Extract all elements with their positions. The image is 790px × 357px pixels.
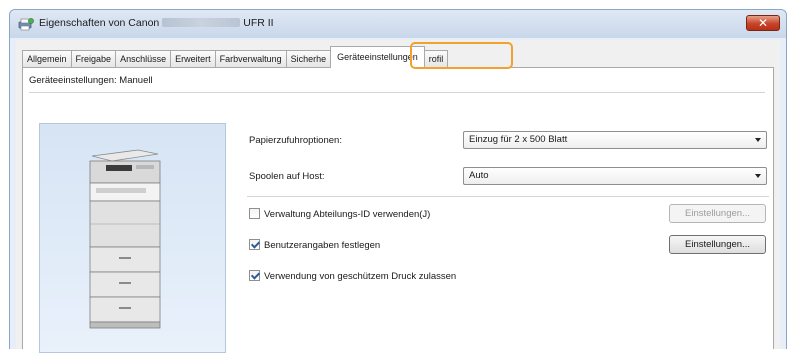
user-info-label: Benutzerangaben festlegen — [264, 240, 381, 251]
spool-label: Spoolen auf Host: — [249, 171, 325, 182]
tab-panel-geraeteeinstellungen: Geräteeinstellungen: Manuell Papierzufuh… — [22, 67, 774, 353]
close-button[interactable]: ✕ — [746, 15, 780, 31]
window-title: Eigenschaften von Canon UFR II — [39, 17, 274, 29]
window-title-suffix: UFR II — [243, 17, 274, 29]
tab-farbverwaltung[interactable]: Farbverwaltung — [214, 50, 287, 68]
dialog-client-area: Allgemein Freigabe Anschlüsse Erweitert Farb… — [16, 40, 780, 353]
secure-print-label: Verwendung von geschützem Druck zulassen — [264, 271, 457, 282]
paper-feed-value: Einzug für 2 x 500 Blatt — [469, 134, 568, 145]
user-info-settings-button[interactable]: Einstellungen... — [669, 235, 766, 254]
tab-sicherheit[interactable]: Sicherhe — [285, 50, 332, 68]
active-tab-highlight — [410, 42, 513, 69]
section-divider — [247, 196, 769, 197]
secure-print-checkbox[interactable] — [249, 270, 260, 281]
dept-id-settings-button[interactable]: Einstellungen... — [669, 204, 766, 223]
user-info-option[interactable]: Benutzerangaben festlegen — [249, 239, 380, 251]
printer-properties-icon — [18, 18, 34, 31]
secure-print-option[interactable]: Verwendung von geschützem Druck zulassen — [249, 270, 456, 282]
tab-strip: Allgemein Freigabe Anschlüsse Erweitert Farb… — [22, 46, 449, 68]
spool-dropdown[interactable]: Auto — [463, 167, 767, 185]
page-heading: Geräteeinstellungen: Manuell — [29, 75, 153, 86]
printer-properties-window: Eigenschaften von Canon UFR II ✕ Allgemei… — [9, 9, 787, 353]
user-info-checkbox[interactable] — [249, 239, 260, 250]
tab-anschluesse[interactable]: Anschlüsse — [115, 50, 172, 68]
heading-divider — [29, 92, 765, 93]
title-bar[interactable]: Eigenschaften von Canon UFR II ✕ — [10, 10, 786, 38]
chevron-down-icon — [755, 138, 761, 142]
dept-id-checkbox[interactable] — [249, 208, 260, 219]
tab-erweitert[interactable]: Erweitert — [170, 50, 216, 68]
window-title-prefix: Eigenschaften von Canon — [39, 17, 160, 29]
tab-allgemein[interactable]: Allgemein — [22, 50, 72, 68]
paper-feed-label: Papierzufuhroptionen: — [249, 135, 342, 146]
printer-illustration — [89, 149, 161, 329]
spool-value: Auto — [469, 170, 489, 181]
redacted-model-name — [162, 18, 241, 27]
tab-freigabe[interactable]: Freigabe — [70, 50, 117, 68]
paper-feed-dropdown[interactable]: Einzug für 2 x 500 Blatt — [463, 131, 767, 149]
chevron-down-icon — [755, 174, 761, 178]
dept-id-option[interactable]: Verwaltung Abteilungs-ID verwenden(J) — [249, 208, 430, 220]
printer-image-panel — [39, 123, 226, 353]
dept-id-label: Verwaltung Abteilungs-ID verwenden(J) — [264, 209, 431, 220]
close-icon: ✕ — [757, 16, 769, 30]
